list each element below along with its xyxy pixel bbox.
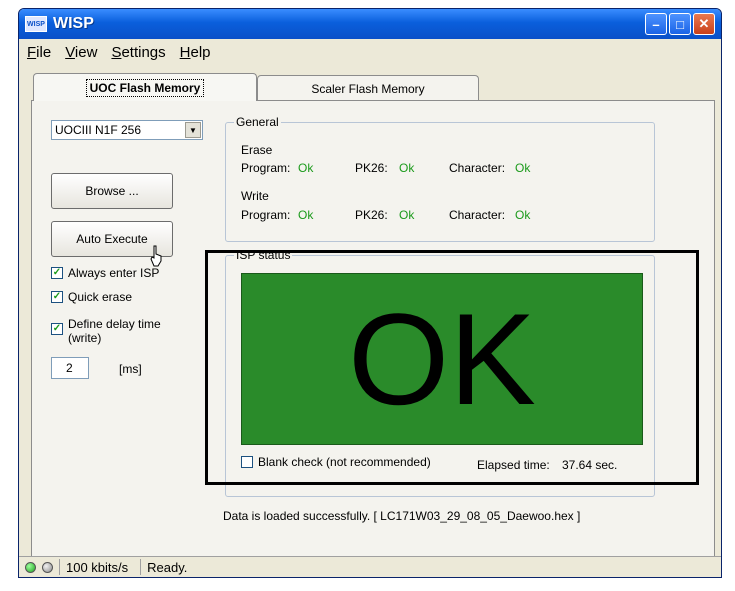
write-pk26-value: Ok <box>399 208 415 222</box>
write-program-label: Program: <box>241 208 291 222</box>
chip-select[interactable]: UOCIII N1F 256 ▼ <box>51 120 203 140</box>
general-title: General <box>234 115 281 129</box>
define-delay-checkbox[interactable]: ✓ <box>51 323 63 335</box>
app-icon: WISP <box>25 16 47 32</box>
activity-led-icon <box>42 561 53 573</box>
menu-view[interactable]: View <box>65 44 97 61</box>
menu-help[interactable]: Help <box>180 44 211 61</box>
tab-uoc-flash-memory[interactable]: UOC Flash Memory <box>33 73 257 101</box>
write-label: Write <box>241 189 269 203</box>
menu-bar: File View Settings Help <box>19 41 721 63</box>
menu-file[interactable]: File <box>27 44 51 61</box>
window-controls: – □ ✕ <box>645 13 715 35</box>
mouse-pointer-icon <box>150 245 162 267</box>
erase-pk26-label: PK26: <box>355 161 388 175</box>
always-enter-isp-checkbox[interactable]: ✓ <box>51 267 63 279</box>
auto-execute-label: Auto Execute <box>76 232 148 246</box>
write-pk26-label: PK26: <box>355 208 388 222</box>
tab-label: Scaler Flash Memory <box>311 81 425 96</box>
connection-led-icon <box>25 561 36 573</box>
define-delay-option[interactable]: ✓ Define delay time (write) <box>51 317 161 345</box>
maximize-button[interactable]: □ <box>669 13 691 35</box>
write-program-value: Ok <box>298 208 314 222</box>
delay-time-input[interactable]: 2 <box>51 357 89 379</box>
write-character-value: Ok <box>515 208 531 222</box>
always-enter-isp-label: Always enter ISP <box>68 266 160 280</box>
general-group: General <box>225 115 655 242</box>
quick-erase-option[interactable]: ✓ Quick erase <box>51 290 132 304</box>
menu-settings[interactable]: Settings <box>111 44 165 61</box>
quick-erase-label: Quick erase <box>68 290 133 304</box>
delay-unit: [ms] <box>119 362 142 376</box>
erase-program-label: Program: <box>241 161 291 175</box>
close-icon: ✕ <box>698 16 710 31</box>
wisp-window: WISP WISP – □ ✕ File View Settings Help … <box>18 8 722 578</box>
erase-program-value: Ok <box>298 161 314 175</box>
load-message: Data is loaded successfully. [ LC171W03_… <box>223 509 581 523</box>
tab-scaler-flash-memory[interactable]: Scaler Flash Memory <box>257 75 479 101</box>
define-delay-label-line1: Define delay time <box>68 317 161 331</box>
maximize-icon: □ <box>676 16 684 32</box>
browse-label: Browse ... <box>85 184 139 198</box>
write-character-label: Character: <box>449 208 506 222</box>
close-button[interactable]: ✕ <box>693 13 715 35</box>
status-state: Ready. <box>140 559 193 575</box>
define-delay-label-line2: (write) <box>68 331 102 345</box>
erase-pk26-value: Ok <box>399 161 415 175</box>
title-bar[interactable]: WISP WISP – □ ✕ <box>19 9 721 39</box>
erase-character-label: Character: <box>449 161 506 175</box>
status-bar: 100 kbits/s Ready. <box>19 556 721 577</box>
browse-button[interactable]: Browse ... <box>51 173 173 209</box>
erase-character-value: Ok <box>515 161 531 175</box>
chip-select-value: UOCIII N1F 256 <box>55 123 142 137</box>
tab-label: UOC Flash Memory <box>85 78 205 97</box>
define-delay-label: Define delay time (write) <box>68 317 161 345</box>
always-enter-isp-option[interactable]: ✓ Always enter ISP <box>51 266 159 280</box>
status-speed: 100 kbits/s <box>59 559 134 575</box>
quick-erase-checkbox[interactable]: ✓ <box>51 291 63 303</box>
erase-label: Erase <box>241 143 273 157</box>
minimize-button[interactable]: – <box>645 13 667 35</box>
highlight-frame <box>205 250 699 485</box>
minimize-icon: – <box>652 16 660 32</box>
chevron-down-icon[interactable]: ▼ <box>185 122 201 138</box>
window-title: WISP <box>53 15 94 32</box>
